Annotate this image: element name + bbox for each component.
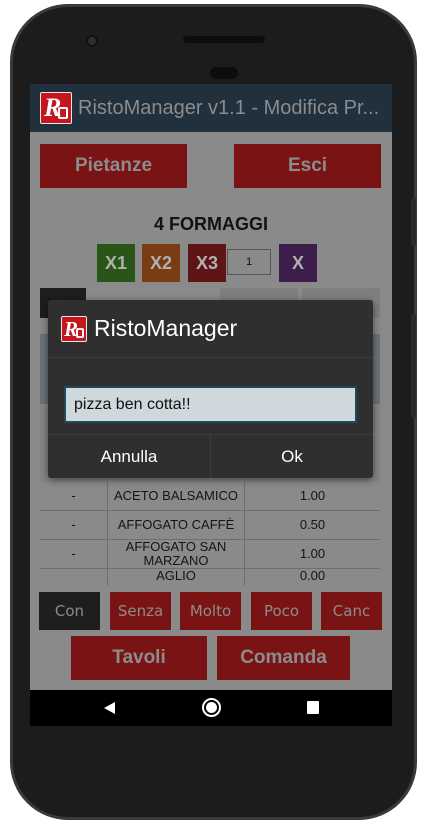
sensor: [210, 67, 238, 79]
app-title: RistoManager v1.1 - Modifica Pr...: [78, 96, 380, 119]
row-mark: -: [40, 511, 108, 539]
row-mark: -: [40, 482, 108, 510]
row-name: AFFOGATO CAFFÈ: [108, 511, 245, 539]
ristomanager-logo-icon: R: [61, 315, 87, 342]
app-screen: R RistoManager v1.1 - Modifica Pr... Pie…: [30, 84, 392, 690]
esci-button[interactable]: Esci: [234, 144, 381, 188]
ristomanager-logo-icon: R: [40, 92, 72, 124]
dish-name: 4 FORMAGGI: [153, 214, 268, 234]
x1-button[interactable]: X1: [97, 244, 135, 282]
row-price: 1.00: [299, 546, 326, 561]
row-name: ACETO BALSAMICO: [108, 482, 245, 510]
quantity-input[interactable]: 1: [227, 249, 271, 275]
back-icon[interactable]: [104, 702, 115, 714]
row-name: AFFOGATO SAN MARZANO: [108, 540, 245, 568]
row-mark: -: [40, 540, 108, 568]
power-button: [411, 198, 416, 246]
x3-button[interactable]: X3: [188, 244, 226, 282]
navigation-bar: [30, 690, 392, 726]
volume-button: [411, 314, 416, 418]
recent-apps-icon[interactable]: [307, 701, 319, 714]
clear-quantity-button[interactable]: X: [279, 244, 317, 282]
note-input[interactable]: pizza ben cotta!!: [64, 386, 357, 423]
ok-button[interactable]: Ok: [210, 435, 373, 478]
molto-button[interactable]: Molto: [180, 592, 241, 630]
front-camera: [86, 35, 98, 47]
row-price: 0.50: [299, 517, 326, 532]
dialog-title: RistoManager: [94, 315, 238, 341]
pietanze-button[interactable]: Pietanze: [40, 144, 187, 188]
comanda-button[interactable]: Comanda: [217, 636, 350, 680]
table-row[interactable]: - AFFOGATO CAFFÈ 0.50: [40, 511, 380, 540]
poco-button[interactable]: Poco: [251, 592, 312, 630]
table-row[interactable]: - ACETO BALSAMICO 1.00: [40, 482, 380, 511]
canc-button[interactable]: Canc: [321, 592, 382, 630]
earpiece: [183, 36, 265, 43]
note-dialog: R RistoManager pizza ben cotta!! Annulla…: [48, 300, 373, 478]
row-price: 1.00: [299, 488, 326, 503]
home-icon[interactable]: [202, 698, 221, 717]
dialog-buttons: Annulla Ok: [48, 434, 373, 478]
row-name: AGLIO: [108, 569, 245, 586]
tavoli-button[interactable]: Tavoli: [71, 636, 207, 680]
row-mark: [40, 569, 108, 586]
table-row[interactable]: AGLIO 0.00: [40, 569, 380, 586]
table-row[interactable]: - AFFOGATO SAN MARZANO 1.00: [40, 540, 380, 569]
row-price: 0.00: [299, 569, 326, 583]
app-bar: R RistoManager v1.1 - Modifica Pr...: [30, 84, 392, 132]
dialog-header: R RistoManager: [48, 300, 373, 358]
x2-button[interactable]: X2: [142, 244, 180, 282]
ingredients-table: - ACETO BALSAMICO 1.00 - AFFOGATO CAFFÈ …: [40, 482, 380, 586]
annulla-button[interactable]: Annulla: [48, 435, 210, 478]
con-button[interactable]: Con: [39, 592, 100, 630]
senza-button[interactable]: Senza: [110, 592, 171, 630]
